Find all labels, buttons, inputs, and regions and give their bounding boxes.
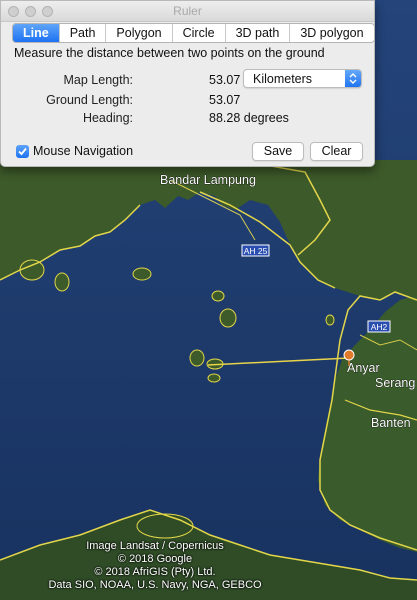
- island: [207, 373, 221, 383]
- title-bar[interactable]: Ruler: [1, 1, 374, 22]
- attribution-line-4: Data SIO, NOAA, U.S. Navy, NGA, GEBCO: [48, 579, 262, 591]
- place-label-bandar-lampung: Bandar Lampung: [160, 173, 256, 187]
- unit-select[interactable]: Kilometers: [243, 69, 362, 88]
- tab-line[interactable]: Line: [13, 24, 60, 42]
- attribution-line-3: © 2018 AfriGIS (Pty) Ltd.: [94, 566, 216, 578]
- window-title: Ruler: [173, 4, 202, 18]
- place-label-serang: Serang: [375, 376, 415, 390]
- place-label-anyar: Anyar: [347, 361, 380, 375]
- measure-mode-tabs: Line Path Polygon Circle 3D path 3D poly…: [12, 23, 375, 43]
- heading-value: 88.28 degrees: [209, 111, 289, 125]
- mouse-navigation-label[interactable]: Mouse Navigation: [33, 144, 133, 158]
- tab-3d-path[interactable]: 3D path: [226, 24, 291, 42]
- mouse-navigation-checkbox[interactable]: [16, 145, 29, 158]
- svg-text:AH 25: AH 25: [244, 246, 268, 256]
- measure-description: Measure the distance between two points …: [14, 46, 325, 60]
- road-shield-ah2: AH2: [367, 320, 391, 333]
- map-length-label: Map Length:: [63, 73, 134, 87]
- ruler-window: Ruler Line Path Polygon Circle 3D path 3…: [0, 0, 375, 167]
- tab-polygon[interactable]: Polygon: [106, 24, 173, 42]
- island: [219, 308, 237, 328]
- attribution-line-1: Image Landsat / Copernicus: [86, 540, 224, 552]
- attribution-line-2: © 2018 Google: [117, 553, 193, 565]
- island: [189, 349, 205, 367]
- unit-select-value: Kilometers: [253, 72, 313, 86]
- tab-3d-polygon[interactable]: 3D polygon: [290, 24, 373, 42]
- heading-label: Heading:: [82, 111, 133, 125]
- tab-circle[interactable]: Circle: [173, 24, 226, 42]
- tab-path[interactable]: Path: [60, 24, 107, 42]
- ground-length-value: 53.07: [209, 93, 241, 107]
- island: [136, 513, 194, 539]
- island: [132, 267, 152, 281]
- svg-text:AH2: AH2: [371, 322, 388, 332]
- ground-length-label: Ground Length:: [46, 93, 133, 107]
- island: [325, 314, 335, 326]
- island: [19, 259, 45, 281]
- road-shield-ah25: AH 25: [241, 244, 270, 257]
- map-length-value: 53.07: [209, 73, 241, 87]
- clear-button[interactable]: Clear: [310, 142, 363, 161]
- island: [54, 272, 70, 292]
- island: [211, 290, 225, 302]
- save-button[interactable]: Save: [252, 142, 304, 161]
- place-label-banten: Banten: [371, 416, 411, 430]
- updown-chevron-icon: [345, 70, 361, 87]
- checkmark-icon: [18, 147, 27, 156]
